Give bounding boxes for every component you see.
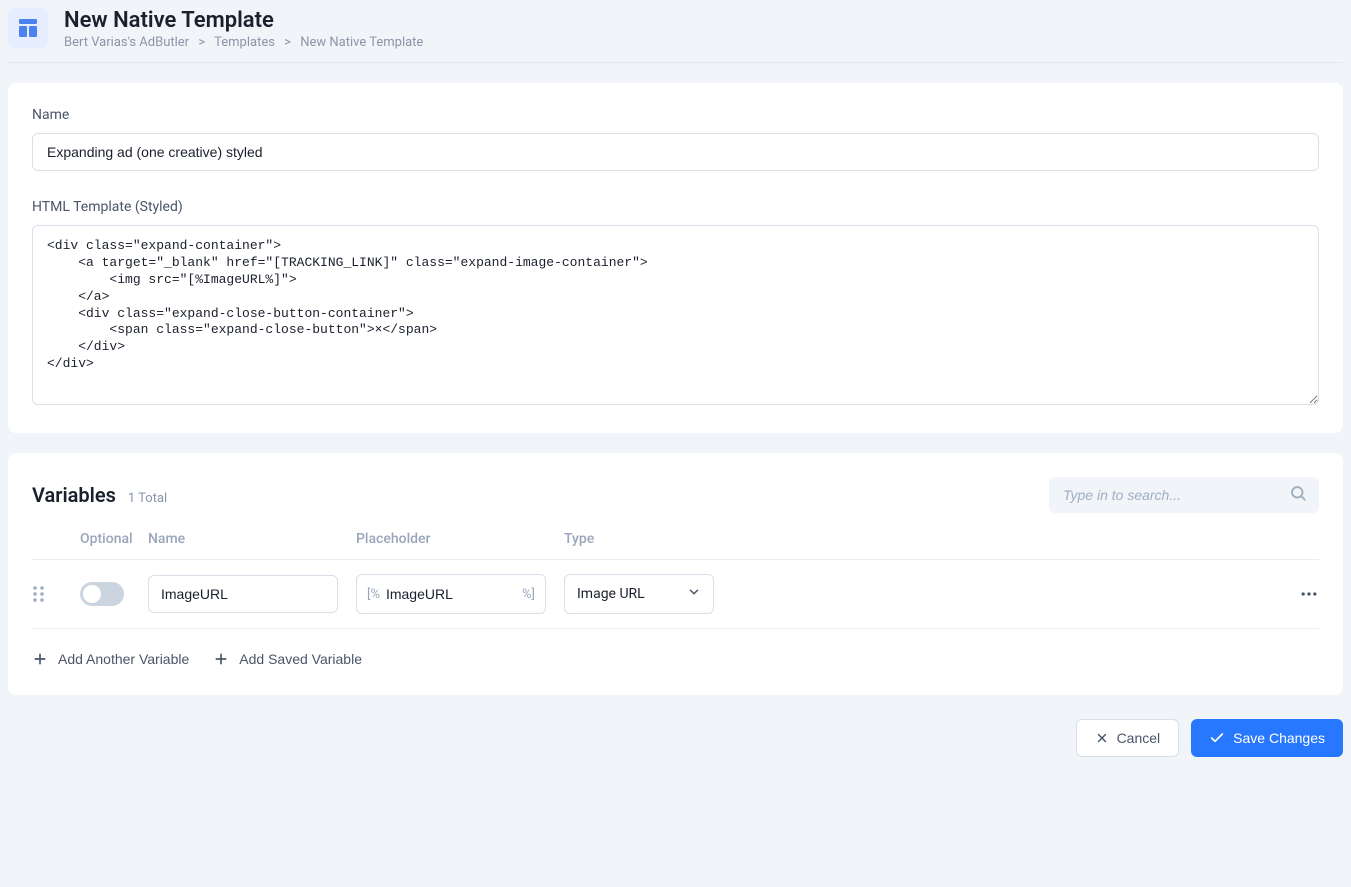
name-label: Name: [32, 107, 1319, 123]
search-icon: [1289, 484, 1307, 506]
save-changes-button[interactable]: Save Changes: [1191, 719, 1343, 757]
column-placeholder: Placeholder: [356, 531, 564, 547]
check-icon: [1209, 730, 1225, 746]
variables-title: Variables: [32, 483, 116, 507]
variables-card: Variables 1 Total Optional Name Placehol…: [8, 453, 1343, 695]
variable-type-select[interactable]: Image URL: [564, 574, 714, 614]
column-name: Name: [148, 531, 356, 547]
optional-toggle[interactable]: [80, 582, 124, 606]
row-actions-menu[interactable]: [1271, 584, 1319, 604]
column-optional: Optional: [80, 531, 148, 547]
html-template-textarea[interactable]: [32, 225, 1319, 405]
add-another-variable-button[interactable]: Add Another Variable: [32, 647, 189, 671]
chevron-down-icon: [687, 585, 701, 603]
drag-handle-icon[interactable]: [32, 585, 80, 603]
variable-name-input[interactable]: [148, 575, 338, 613]
name-input[interactable]: [32, 133, 1319, 171]
template-form-card: Name HTML Template (Styled): [8, 83, 1343, 433]
breadcrumb: Bert Varias's AdButler > Templates > New…: [64, 35, 423, 50]
plus-icon: [213, 651, 229, 667]
variable-row: [% %] Image URL: [32, 560, 1319, 629]
footer-actions: Cancel Save Changes: [8, 715, 1343, 769]
page-title: New Native Template: [64, 8, 423, 33]
breadcrumb-root[interactable]: Bert Varias's AdButler: [64, 35, 189, 50]
variables-count: 1 Total: [128, 491, 167, 506]
breadcrumb-current: New Native Template: [300, 35, 423, 50]
more-icon: [1299, 584, 1319, 604]
variables-search-input[interactable]: [1049, 477, 1319, 513]
close-icon: [1095, 731, 1109, 745]
add-saved-variable-button[interactable]: Add Saved Variable: [213, 647, 362, 671]
variable-placeholder-input[interactable]: [% %]: [356, 574, 546, 614]
html-template-label: HTML Template (Styled): [32, 199, 1319, 215]
page-header: New Native Template Bert Varias's AdButl…: [8, 8, 1343, 63]
variables-table-header: Optional Name Placeholder Type: [32, 531, 1319, 560]
template-icon: [8, 8, 48, 48]
breadcrumb-templates[interactable]: Templates: [214, 35, 275, 50]
column-type: Type: [564, 531, 1271, 547]
plus-icon: [32, 651, 48, 667]
cancel-button[interactable]: Cancel: [1076, 719, 1180, 757]
